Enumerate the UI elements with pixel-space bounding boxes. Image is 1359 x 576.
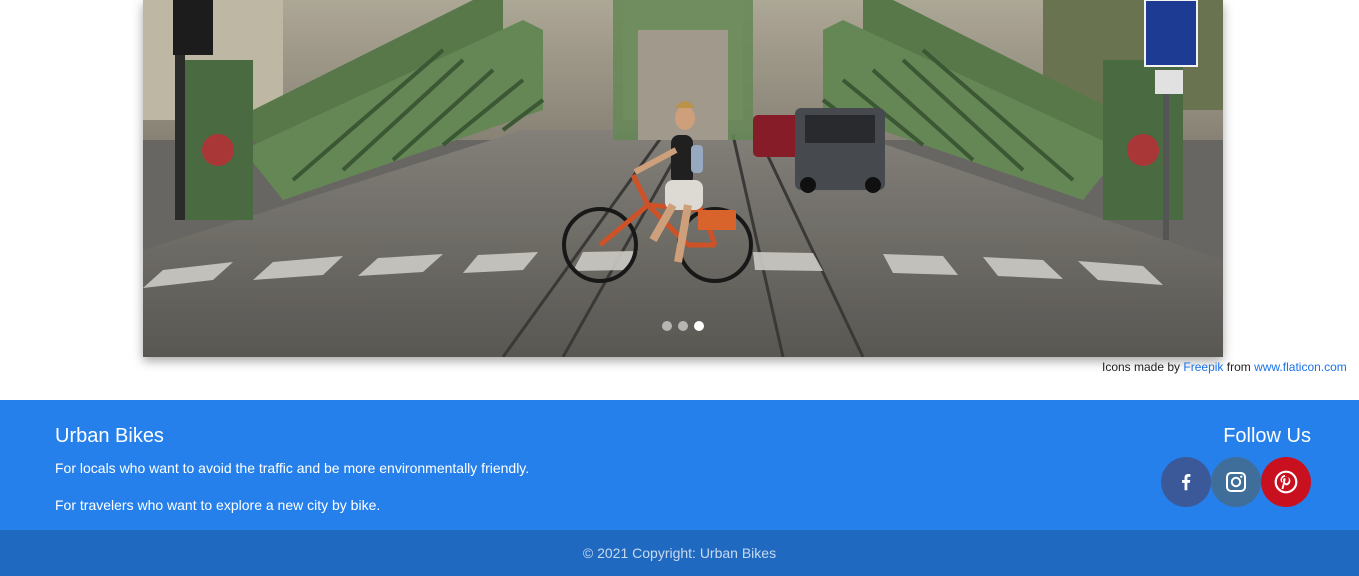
footer-line-travelers: For travelers who want to explore a new … bbox=[55, 497, 381, 513]
copyright-bar: © 2021 Copyright: Urban Bikes bbox=[0, 530, 1359, 576]
instagram-button[interactable] bbox=[1211, 457, 1261, 507]
footer-about: Urban Bikes For locals who want to avoid… bbox=[55, 424, 529, 514]
follow-us-title: Follow Us bbox=[1223, 425, 1311, 447]
carousel-indicators bbox=[143, 321, 1223, 331]
carousel-indicator-2[interactable] bbox=[678, 321, 688, 331]
carousel-indicator-1[interactable] bbox=[662, 321, 672, 331]
social-links bbox=[1161, 457, 1311, 507]
instagram-icon bbox=[1226, 472, 1246, 492]
carousel-slide-image bbox=[143, 0, 1223, 357]
pinterest-icon bbox=[1274, 470, 1298, 494]
footer-line-locals: For locals who want to avoid the traffic… bbox=[55, 460, 530, 476]
footer-brand-title: Urban Bikes bbox=[55, 425, 164, 447]
attribution-prefix: Icons made by bbox=[1102, 360, 1181, 374]
copyright-text: © 2021 Copyright: Urban Bikes bbox=[582, 545, 777, 561]
attribution-middle: from bbox=[1226, 360, 1251, 374]
image-carousel[interactable] bbox=[143, 0, 1223, 357]
freepik-link[interactable]: Freepik bbox=[1183, 360, 1223, 374]
footer-follow: Follow Us bbox=[1161, 424, 1311, 507]
pinterest-button[interactable] bbox=[1261, 457, 1311, 507]
facebook-button[interactable] bbox=[1161, 457, 1211, 507]
icon-attribution: Icons made by Freepik from www.flaticon.… bbox=[1102, 358, 1359, 376]
flaticon-link[interactable]: www.flaticon.com bbox=[1254, 360, 1347, 374]
facebook-icon bbox=[1182, 474, 1191, 491]
page-footer: Urban Bikes For locals who want to avoid… bbox=[0, 400, 1359, 576]
carousel-indicator-3[interactable] bbox=[694, 321, 704, 331]
